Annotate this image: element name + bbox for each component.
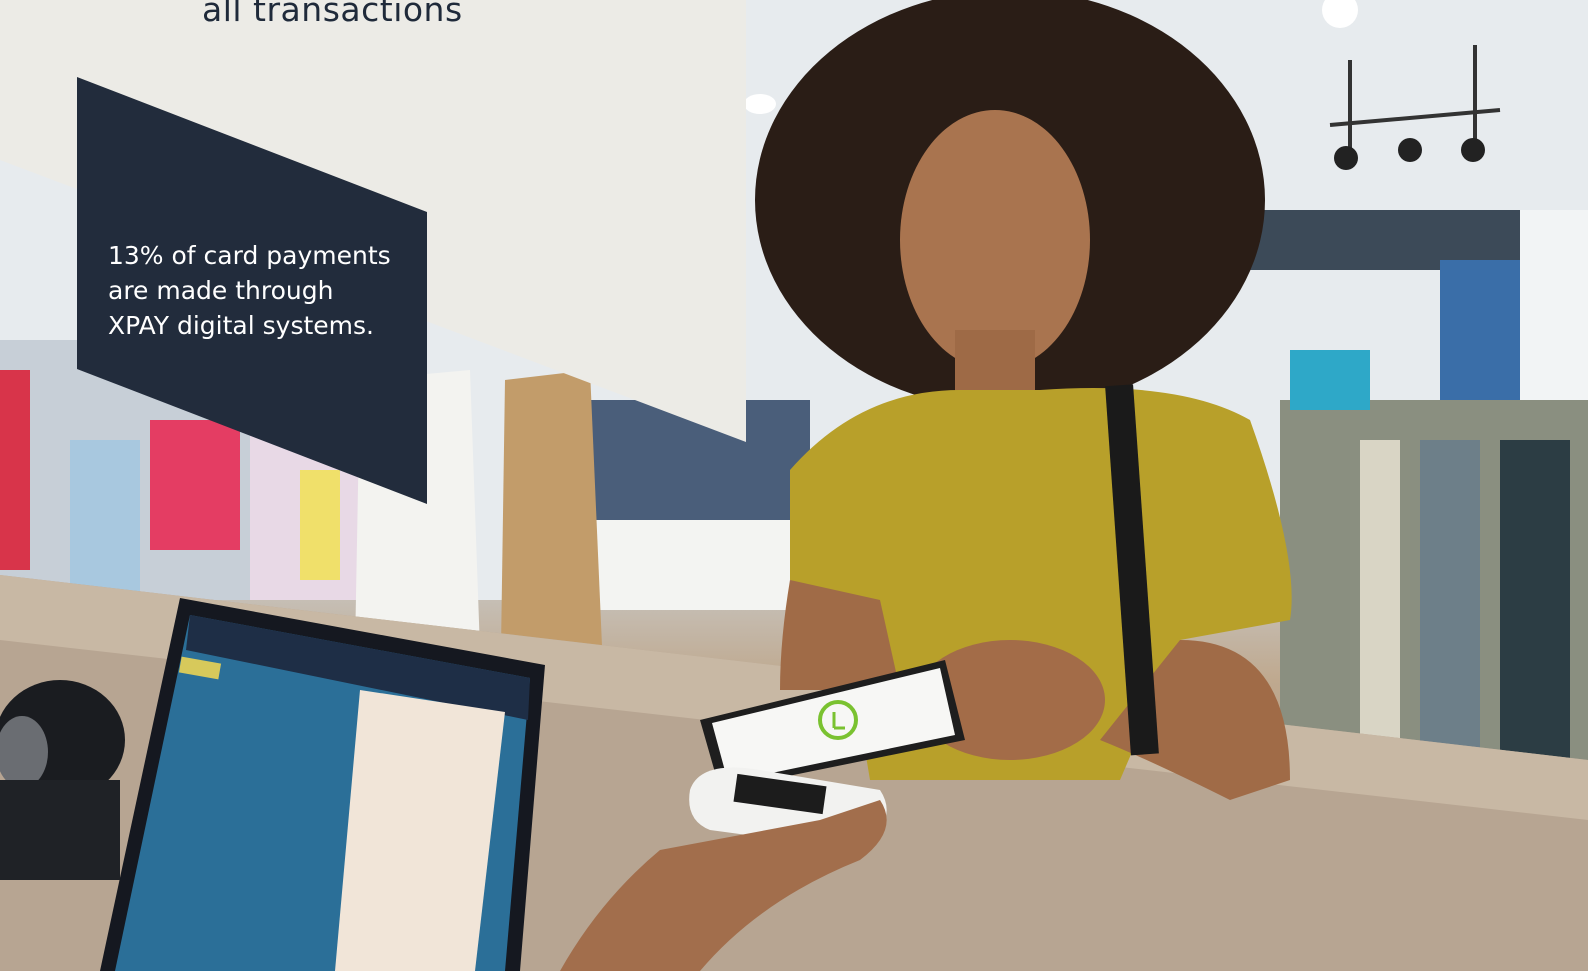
- background-panel: [0, 0, 746, 504]
- stat-line-3: XPAY digital systems.: [108, 311, 374, 340]
- stat-text: 13% of card payments are made through XP…: [108, 238, 408, 343]
- stat-line-2: are made through: [108, 276, 334, 305]
- stat-line-1: 13% of card payments: [108, 241, 391, 270]
- caption-text: all transactions: [202, 0, 463, 29]
